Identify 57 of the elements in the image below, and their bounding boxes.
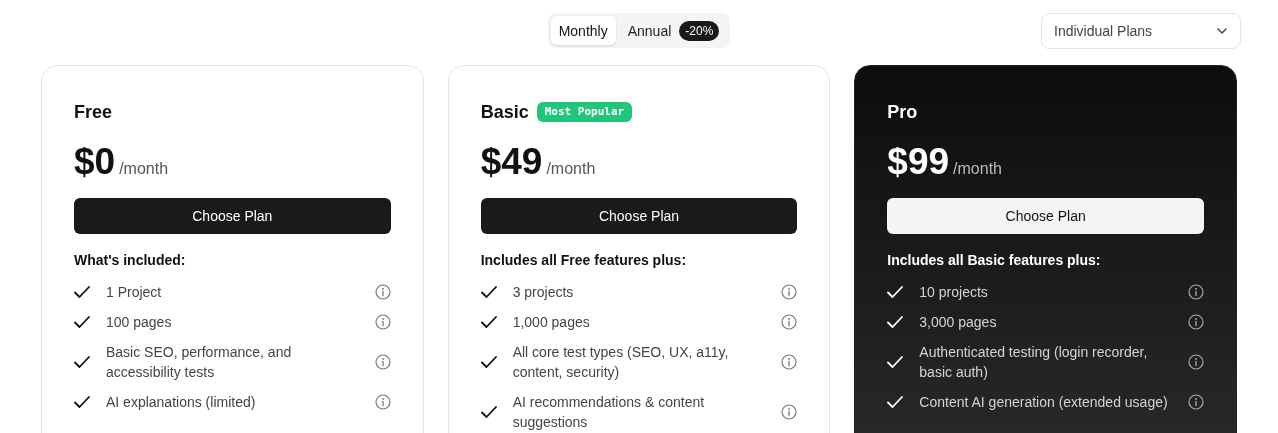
features-heading: Includes all Basic features plus:: [887, 251, 1102, 270]
info-icon[interactable]: [1188, 284, 1204, 300]
feature-text: Basic SEO, performance, and accessibility tests: [106, 343, 293, 382]
feature-text: 100 pages: [106, 313, 173, 332]
choose-plan-button[interactable]: Choose Plan: [480, 198, 798, 234]
billing-option[interactable]: Annual -20%: [619, 16, 728, 45]
check-icon: [74, 356, 90, 368]
discount-badge: -20%: [679, 20, 720, 41]
feature-text: 1,000 pages: [512, 313, 591, 332]
plan-name: Free: [74, 101, 113, 124]
plan-price: $0: [74, 142, 116, 182]
plan-price: $99: [887, 142, 950, 182]
feature-text: 1 Project: [106, 283, 163, 302]
check-icon: [480, 356, 497, 368]
info-icon[interactable]: [1188, 314, 1204, 330]
info-icon[interactable]: [781, 404, 798, 420]
info-icon[interactable]: [1188, 394, 1204, 410]
feature-text: Authenticated testing (login recorder, basic auth): [919, 343, 1149, 382]
check-icon: [74, 396, 90, 408]
check-icon: [887, 356, 904, 368]
info-icon[interactable]: [781, 314, 798, 330]
popular-badge: Most Popular: [536, 101, 633, 123]
price-period: /month: [546, 159, 596, 179]
features-heading: Includes all Free features plus:: [480, 251, 688, 270]
info-icon[interactable]: [374, 284, 391, 300]
price-period: /month: [953, 159, 1002, 179]
feature-text: Content AI generation (extended usage): [919, 393, 1169, 412]
feature-text: 10 projects: [919, 283, 989, 302]
info-icon[interactable]: [374, 314, 391, 330]
check-icon: [480, 286, 497, 298]
choose-plan-button[interactable]: Choose Plan: [887, 198, 1204, 234]
check-icon: [887, 286, 904, 298]
check-icon: [480, 406, 497, 418]
feature-text: AI explanations (limited): [106, 393, 257, 412]
billing-option[interactable]: Monthly: [550, 16, 616, 45]
info-icon[interactable]: [781, 354, 798, 370]
plan-name: Pro: [887, 101, 918, 124]
plan-type-select[interactable]: Individual Plans: [1041, 13, 1241, 49]
feature-text: 3,000 pages: [919, 313, 998, 332]
info-icon[interactable]: [781, 284, 798, 300]
choose-plan-button[interactable]: Choose Plan: [74, 198, 391, 234]
info-icon[interactable]: [1188, 354, 1204, 370]
features-heading: What's included:: [74, 251, 187, 270]
check-icon: [74, 316, 90, 328]
feature-text: All core test types (SEO, UX, a11y, content, security): [512, 343, 730, 382]
price-period: /month: [119, 159, 169, 179]
info-icon[interactable]: [374, 394, 391, 410]
plan-name: Basic: [480, 101, 529, 124]
check-icon: [887, 316, 904, 328]
check-icon: [887, 396, 904, 408]
check-icon: [480, 316, 497, 328]
info-icon[interactable]: [374, 354, 391, 370]
check-icon: [74, 286, 90, 298]
feature-text: AI recommendations & content suggestions: [512, 393, 706, 432]
chevron-down-icon: [1216, 27, 1228, 35]
plan-price: $49: [480, 142, 543, 182]
feature-text: 3 projects: [512, 283, 575, 302]
